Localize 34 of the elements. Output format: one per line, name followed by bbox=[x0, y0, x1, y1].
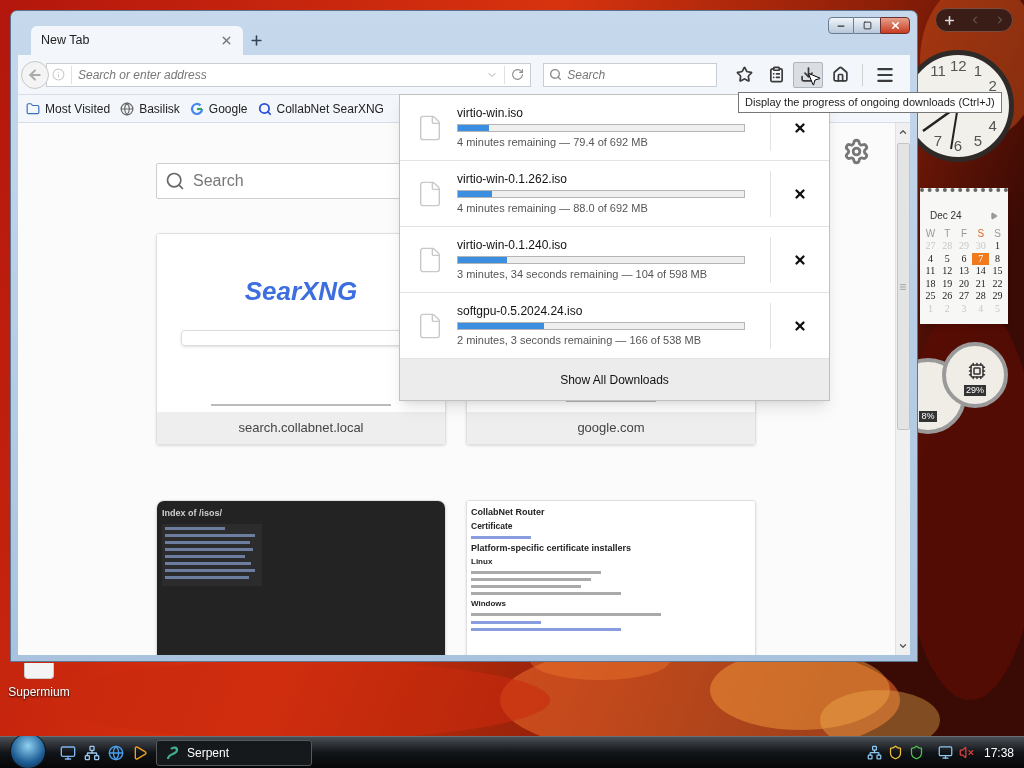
logo-text: SearXNG bbox=[244, 278, 358, 304]
tooltip: Display the progress of ongoing downloads (Ctrl+J) bbox=[738, 92, 1002, 113]
file-name: softgpu-0.5.2024.24.iso bbox=[457, 304, 584, 319]
download-status: 3 minutes, 34 seconds remaining — 104 of 598 MB bbox=[457, 267, 709, 281]
clock-numeral: 6 bbox=[952, 137, 964, 155]
download-status: 4 minutes remaining — 79.4 of 692 MB bbox=[457, 135, 649, 149]
file-name: virtio-win-0.1.262.iso bbox=[457, 172, 569, 187]
page-heading: Index of /isos/ bbox=[162, 509, 223, 518]
clock-numeral: 5 bbox=[972, 131, 984, 150]
weekday-label: S bbox=[976, 227, 986, 240]
download-status: 4 minutes remaining — 88.0 of 692 MB bbox=[457, 201, 649, 215]
weekday-label: W bbox=[924, 227, 937, 240]
section-heading: Certificate bbox=[471, 522, 514, 531]
section-heading: Linux bbox=[471, 557, 494, 566]
month-label: Dec 24 bbox=[930, 209, 962, 223]
weekday-label: S bbox=[993, 227, 1002, 240]
section-heading: Platform-specific certificate installers bbox=[471, 543, 633, 553]
clock-numeral: 11 bbox=[930, 62, 946, 81]
file-name: virtio-win.iso bbox=[457, 106, 524, 121]
clock-numeral: 12 bbox=[950, 57, 966, 75]
section-heading: Windows bbox=[471, 599, 508, 608]
tile-label: google.com bbox=[577, 419, 645, 438]
clock-numeral: 2 bbox=[987, 77, 998, 95]
download-status: 2 minutes, 3 seconds remaining — 166 of 538 MB bbox=[457, 333, 702, 347]
file-name: virtio-win-0.1.240.iso bbox=[457, 238, 569, 253]
weekday-label: F bbox=[959, 227, 969, 240]
clock-numeral: 1 bbox=[972, 62, 984, 81]
weekday-label: T bbox=[943, 227, 952, 240]
meter-reading: 29% bbox=[964, 385, 986, 396]
clock-numeral: 7 bbox=[932, 131, 944, 150]
clock-numeral: 4 bbox=[987, 117, 998, 135]
page-heading: CollabNet Router bbox=[471, 508, 546, 517]
tile-label: search.collabnet.local bbox=[238, 419, 364, 438]
meter-reading: 8% bbox=[919, 411, 937, 422]
